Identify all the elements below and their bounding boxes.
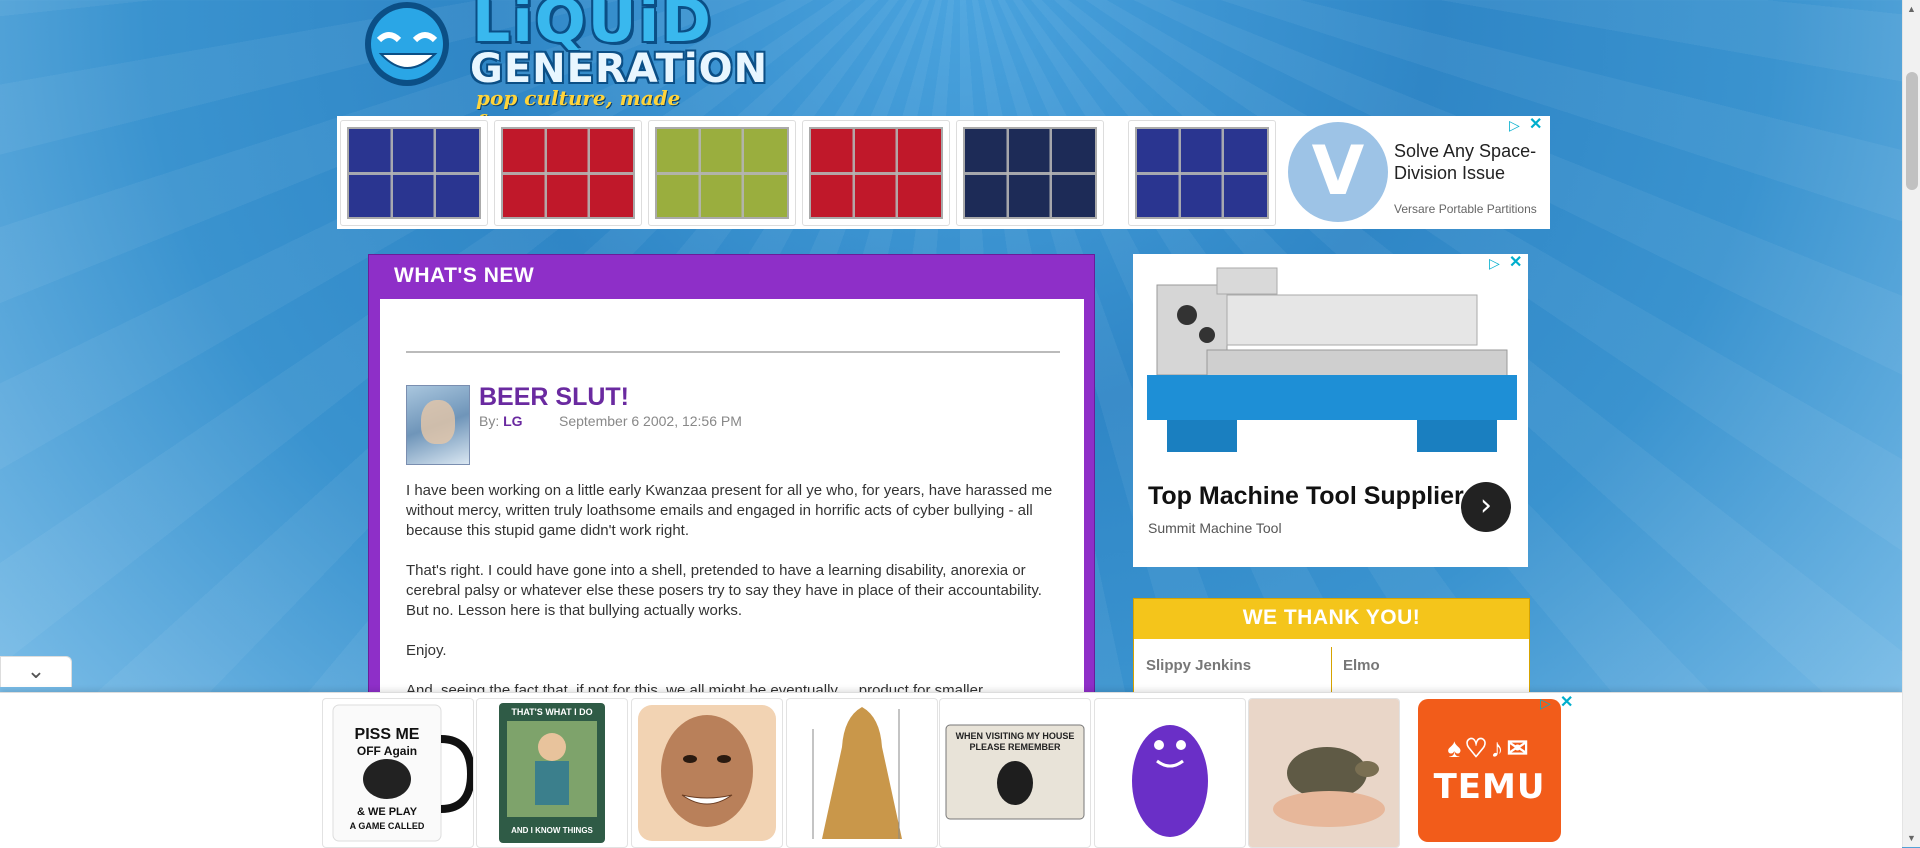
post-thumbnail[interactable] [406,385,470,465]
post-paragraph: That's right. I could have gone into a s… [406,562,1042,619]
product-purple-plush[interactable] [1094,698,1246,848]
product-garden-sign[interactable]: THAT'S WHAT I DO AND I KNOW THINGS [476,698,628,848]
whats-new-panel: WHAT'S NEW BEER SLUT! By: LG September 6… [368,254,1095,719]
svg-text:WHEN VISITING MY HOUSE: WHEN VISITING MY HOUSE [956,731,1075,741]
partition-panel [809,127,943,219]
page: LiQUiD GENERATiON pop culture, made funn… [0,0,1902,848]
partition-product[interactable] [956,120,1104,226]
partition-product[interactable] [1128,120,1276,226]
cloak-image [812,707,902,839]
product-cloak[interactable] [786,698,938,848]
product-mug[interactable]: PISS ME OFF Again & WE PLAY A GAME CALLE… [322,698,474,848]
ad-headline[interactable]: Solve Any Space-Division Issue [1394,140,1544,184]
scroll-up-icon[interactable]: ▲ [1907,4,1916,14]
vertical-scrollbar[interactable]: ▲ ▼ [1902,0,1920,847]
temu-ad[interactable]: ♠♡♪✉ TEMU [1418,699,1561,842]
svg-text:AND I KNOW THINGS: AND I KNOW THINGS [511,826,593,835]
face-pillow-image [638,705,776,841]
whats-new-title: WHAT'S NEW [394,264,535,287]
ad-brand[interactable]: Versare Portable Partitions [1394,202,1537,216]
svg-text:PLEASE REMEMBER: PLEASE REMEMBER [969,742,1061,752]
svg-text:A GAME CALLED: A GAME CALLED [350,821,425,831]
thank-you-name[interactable]: Elmo [1343,657,1380,674]
post-title[interactable]: BEER SLUT! [479,383,629,412]
post-date: September 6 2002, 12:56 PM [559,413,742,429]
adchoices-icon[interactable]: ▷ [1540,696,1554,710]
thank-you-title: WE THANK YOU! [1134,599,1529,639]
partition-product[interactable] [802,120,950,226]
close-ad-icon[interactable]: ✕ [1529,117,1543,133]
adchoices-icon[interactable]: ▷ [1509,118,1523,132]
thank-you-box: WE THANK YOU! Slippy Jenkins Elmo [1133,598,1530,700]
close-ad-icon[interactable]: ✕ [1560,695,1574,711]
partition-product[interactable] [340,120,488,226]
adchoices-icon[interactable]: ▷ [1489,256,1503,270]
partition-panel [501,127,635,219]
scroll-thumb[interactable] [1906,72,1918,190]
side-ad-brand[interactable]: Summit Machine Tool [1148,520,1282,536]
house-sign-image: WHEN VISITING MY HOUSE PLEASE REMEMBER [945,724,1085,820]
partition-panel [963,127,1097,219]
chevron-down-icon[interactable]: ⌄ [0,656,72,687]
purple-plush-image [1132,725,1208,837]
logo-mascot-icon [365,2,449,86]
post-paragraph: I have been working on a little early Kw… [406,482,1053,539]
bottom-ad-bar: PISS ME OFF Again & WE PLAY A GAME CALLE… [0,692,1902,848]
lathe-machine-image [1147,260,1517,456]
byline-label: By: [479,413,500,429]
temu-product-icons: ♠♡♪✉ [1447,733,1532,763]
scroll-down-icon[interactable]: ▼ [1907,833,1916,843]
product-face-pillow[interactable] [631,698,783,848]
svg-text:& WE PLAY: & WE PLAY [357,806,418,818]
post-paragraph: Enjoy. [406,642,447,659]
close-ad-icon[interactable]: ✕ [1509,255,1523,271]
partition-panel [1135,127,1269,219]
divider [406,351,1060,353]
whats-new-body: BEER SLUT! By: LG September 6 2002, 12:5… [380,299,1084,719]
partition-panel [655,127,789,219]
side-ad-headline[interactable]: Top Machine Tool Supplier [1148,482,1464,511]
svg-text:OFF Again: OFF Again [357,744,417,758]
product-tortoise[interactable] [1248,698,1400,848]
side-ad[interactable]: ▷ ✕ Top Machine Tool Supplier Summit Mac… [1133,254,1528,567]
partition-panel [347,127,481,219]
partition-product[interactable] [494,120,642,226]
svg-text:THAT'S WHAT I DO: THAT'S WHAT I DO [511,707,592,717]
chevron-right-icon[interactable]: › [1461,482,1511,532]
top-banner-ad[interactable]: V Solve Any Space-Division Issue Versare… [337,116,1550,229]
product-house-sign[interactable]: WHEN VISITING MY HOUSE PLEASE REMEMBER [939,698,1091,848]
temu-logo-text: TEMU [1433,767,1546,807]
partition-product[interactable] [648,120,796,226]
site-logo[interactable]: LiQUiD GENERATiON pop culture, made funn… [352,0,767,134]
versare-logo[interactable]: V [1288,122,1388,222]
thank-you-name[interactable]: Slippy Jenkins [1146,657,1251,674]
post-author-link[interactable]: LG [503,413,522,429]
svg-text:PISS ME: PISS ME [355,726,420,743]
post-byline: By: LG [479,413,523,429]
mug-image: PISS ME OFF Again & WE PLAY A GAME CALLE… [332,704,473,842]
tortoise-image [1249,699,1399,847]
garden-sign-image: THAT'S WHAT I DO AND I KNOW THINGS [499,703,605,843]
